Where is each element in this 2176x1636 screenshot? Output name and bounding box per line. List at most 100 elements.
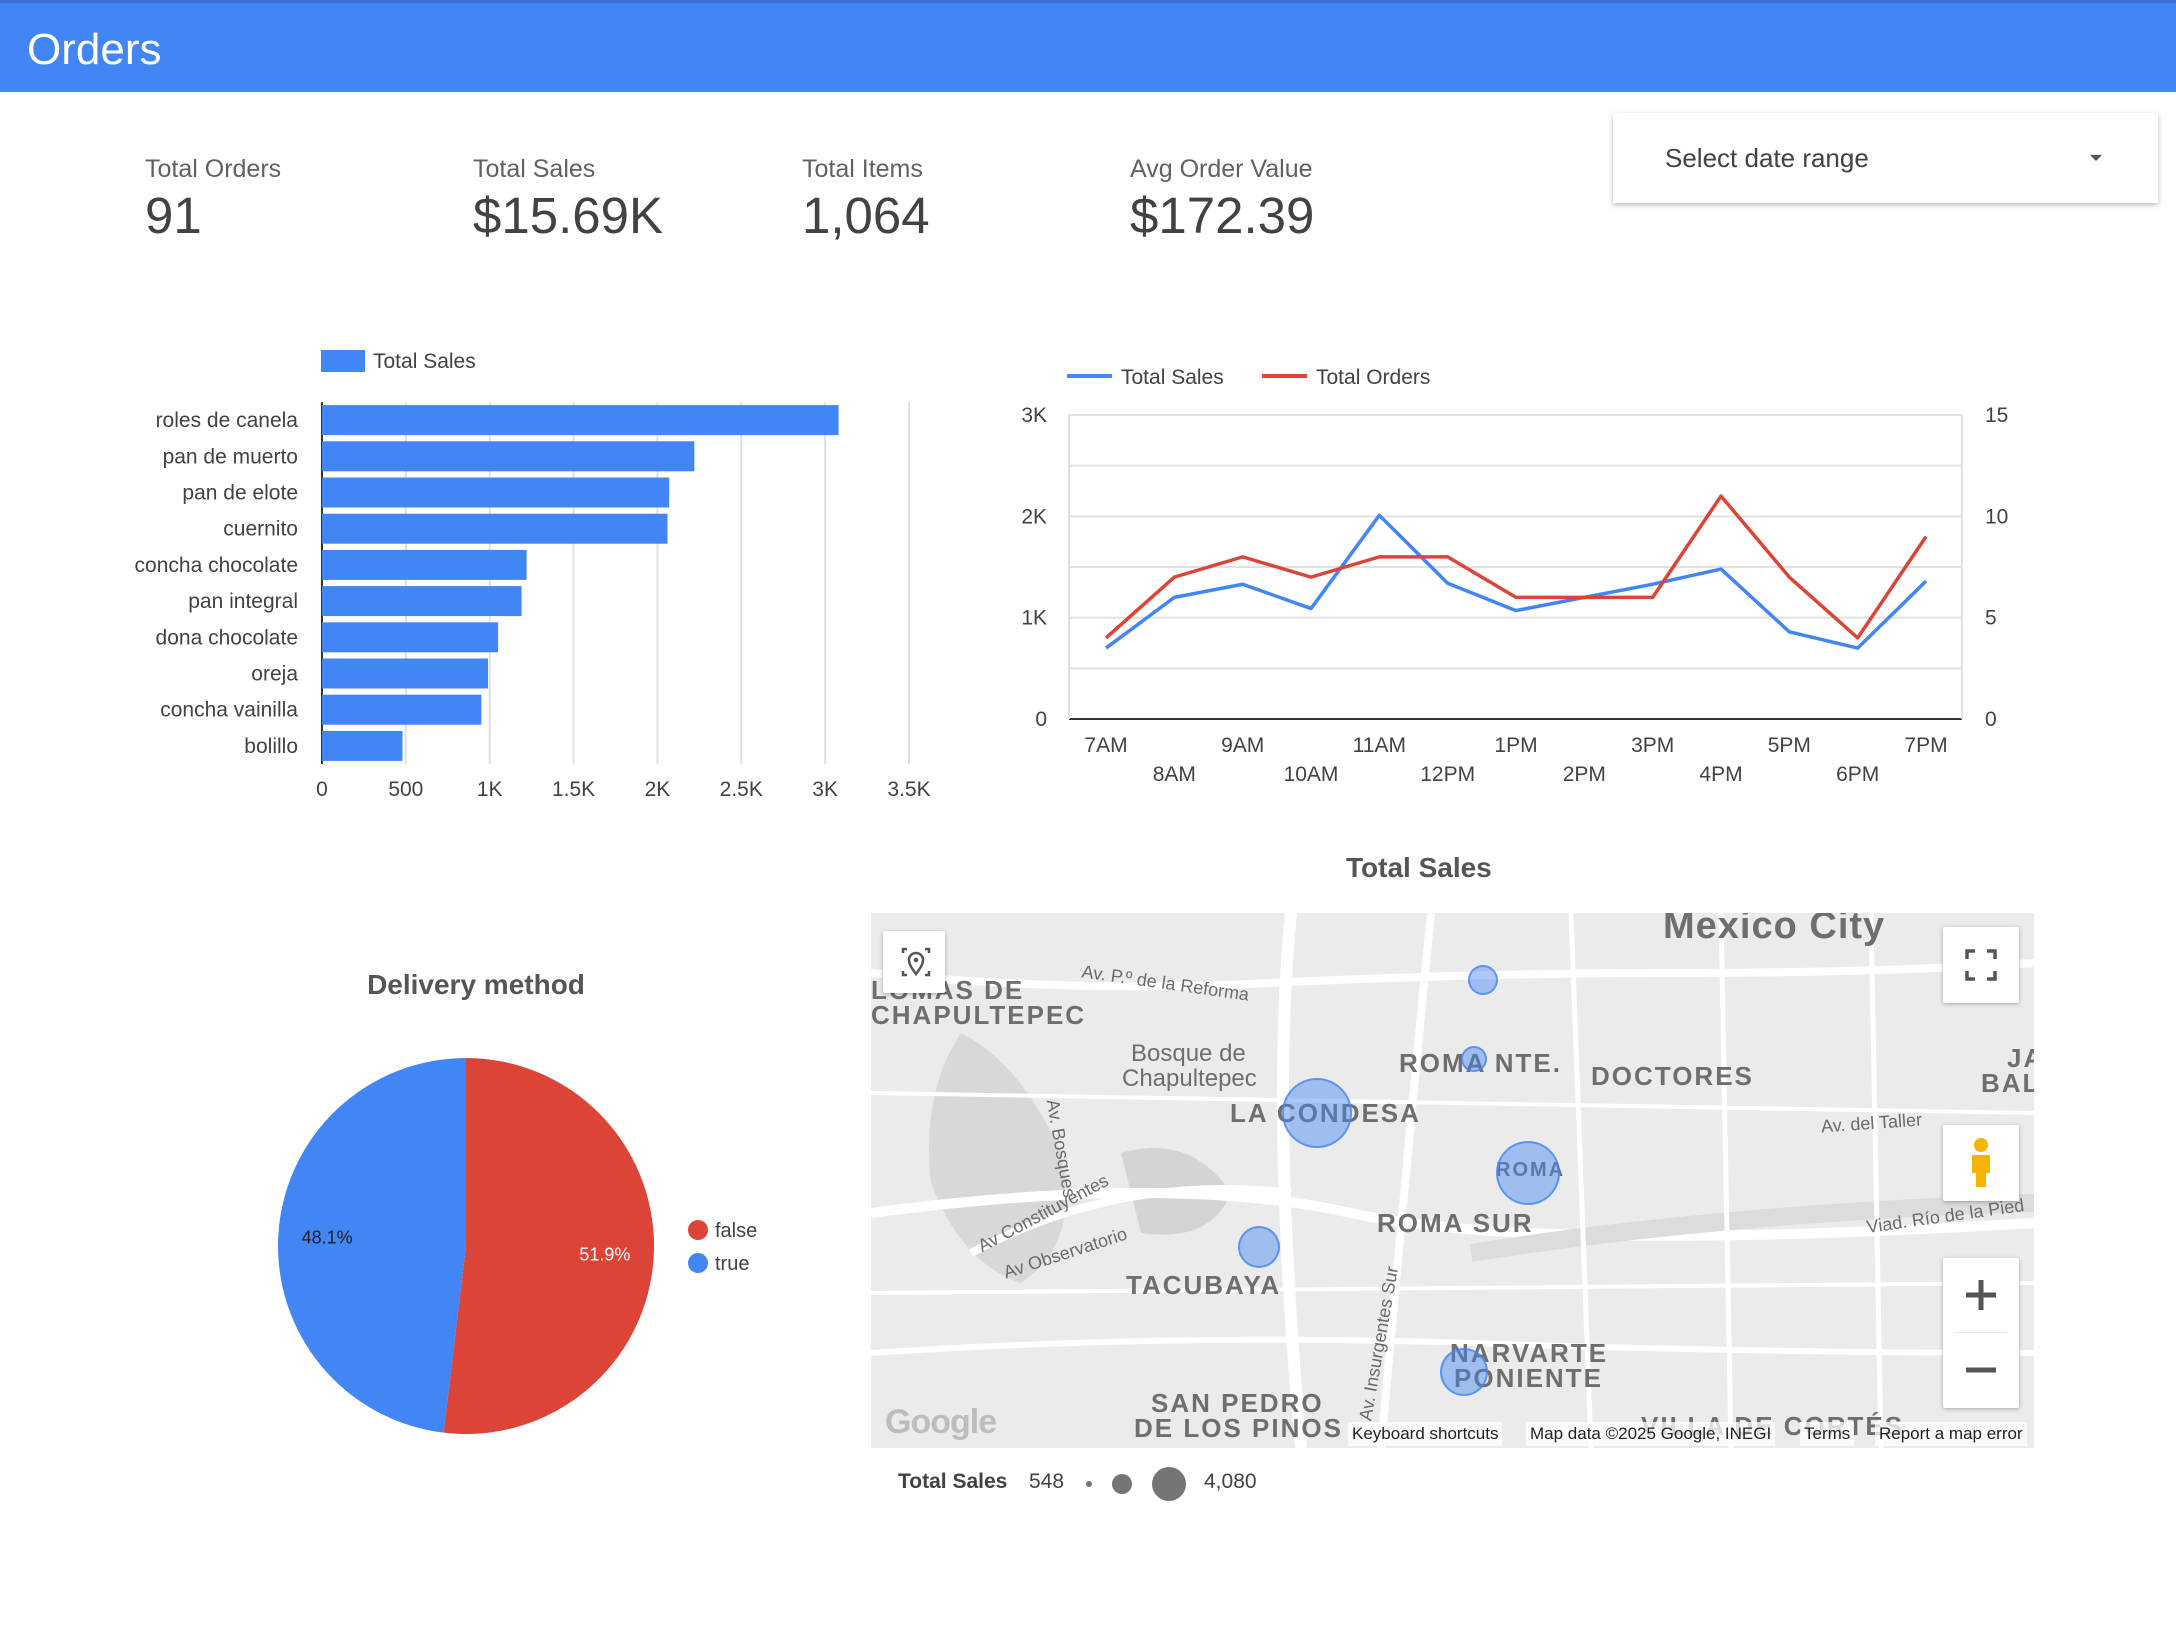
x-tick-label: 4PM xyxy=(1699,763,1742,786)
x-tick-label: 7PM xyxy=(1904,734,1947,757)
pie-data-label: 48.1% xyxy=(302,1228,353,1248)
fullscreen-button[interactable] xyxy=(1943,927,2019,1003)
minus-icon xyxy=(1966,1367,1996,1373)
google-logo: Google xyxy=(885,1403,997,1441)
pie-data-label: 51.9% xyxy=(579,1244,630,1264)
x-tick-label: 1PM xyxy=(1494,734,1537,757)
legend-label: Total Sales xyxy=(373,350,476,373)
bar xyxy=(322,586,522,617)
map-bubble[interactable] xyxy=(1440,1348,1488,1396)
legend-swatch xyxy=(321,350,365,372)
bar-tick-label: 3.5K xyxy=(887,778,930,801)
bar xyxy=(322,513,668,544)
map-label: DOCTORES xyxy=(1591,1061,1754,1091)
keyboard-shortcuts-link[interactable]: Keyboard shortcuts xyxy=(1348,1422,1503,1446)
bar-category-label: pan de elote xyxy=(182,482,298,505)
bar-category-label: pan de muerto xyxy=(163,445,298,468)
size-legend-max: 4,080 xyxy=(1204,1470,1257,1493)
map-label: Chapultepec xyxy=(1122,1065,1257,1092)
map-bubble[interactable] xyxy=(1461,1046,1487,1072)
y-right-tick-label: 5 xyxy=(1985,607,1997,630)
terms-link[interactable]: Terms xyxy=(1800,1422,1855,1446)
y-left-tick-label: 1K xyxy=(1021,607,1047,630)
x-tick-label: 11AM xyxy=(1353,734,1406,757)
bar-category-label: concha vainilla xyxy=(160,699,298,722)
bar-tick-label: 1.5K xyxy=(552,778,595,801)
x-tick-label: 10AM xyxy=(1284,763,1339,786)
map-label: Bosque de xyxy=(1131,1040,1246,1067)
legend-swatch xyxy=(688,1253,708,1273)
pegman-icon xyxy=(1972,1138,1990,1187)
map-bubble[interactable] xyxy=(1496,1141,1560,1205)
map-label: CHAPULTEPEC xyxy=(871,1000,1087,1030)
bar xyxy=(322,658,489,689)
legend-label: true xyxy=(715,1253,749,1275)
bar xyxy=(322,622,499,653)
size-legend-min: 548 xyxy=(1029,1470,1065,1493)
bar-category-label: roles de canela xyxy=(156,409,299,432)
bar xyxy=(322,441,695,472)
legend-label: Total Orders xyxy=(1316,366,1430,389)
bar-category-label: dona chocolate xyxy=(156,626,298,649)
map-data-attribution: Map data ©2025 Google, INEGI xyxy=(1526,1422,1776,1446)
x-tick-label: 3PM xyxy=(1631,734,1674,757)
bar-category-label: bolillo xyxy=(244,735,298,758)
recenter-button[interactable] xyxy=(883,931,945,993)
size-legend-title: Total Sales xyxy=(898,1470,1008,1493)
report-map-error-link[interactable]: Report a map error xyxy=(1875,1422,2027,1446)
legend-swatch xyxy=(688,1220,708,1240)
x-tick-label: 6PM xyxy=(1836,763,1879,786)
map-bubble[interactable] xyxy=(1238,1226,1280,1268)
bar-category-label: pan integral xyxy=(188,590,298,613)
map-bubble[interactable] xyxy=(1282,1078,1352,1148)
fullscreen-icon xyxy=(1965,949,1997,981)
bar-category-label: concha chocolate xyxy=(135,554,298,577)
x-tick-label: 7AM xyxy=(1084,734,1127,757)
zoom-controls xyxy=(1943,1258,2019,1408)
pie-title: Delivery method xyxy=(367,969,585,1000)
street-view-pegman-button[interactable] xyxy=(1943,1125,2019,1201)
bar-tick-label: 3K xyxy=(812,778,838,801)
map-label: ROMA SUR xyxy=(1377,1208,1534,1238)
bar xyxy=(322,694,482,725)
y-left-tick-label: 2K xyxy=(1021,505,1047,528)
bar-category-label: cuernito xyxy=(223,518,298,541)
map-label: DE LOS PINOS xyxy=(1134,1413,1343,1443)
bar xyxy=(322,405,839,436)
plus-icon xyxy=(1966,1280,1996,1310)
line-chart: 0 1K 2K 3K 0 5 10 15 7AM 8AM 9AM 10AM 11AM 12PM 1PM 2PM… xyxy=(1021,366,2008,786)
x-tick-label: 2PM xyxy=(1563,763,1606,786)
bar-tick-label: 2K xyxy=(645,778,671,801)
map-title: Total Sales xyxy=(1346,852,1492,883)
x-tick-label: 5PM xyxy=(1768,734,1811,757)
y-left-tick-label: 0 xyxy=(1035,708,1047,731)
size-legend-circles xyxy=(1086,1467,1186,1501)
bar-tick-label: 1K xyxy=(477,778,503,801)
line-series xyxy=(1104,513,1928,650)
location-pin-icon xyxy=(901,947,931,977)
y-right-tick-label: 10 xyxy=(1985,505,2008,528)
bar xyxy=(322,477,670,508)
legend-label: Total Sales xyxy=(1121,366,1224,389)
bar-category-label: oreja xyxy=(251,663,298,686)
bar-tick-label: 2.5K xyxy=(720,778,763,801)
x-tick-label: 8AM xyxy=(1153,763,1196,786)
map-bubble[interactable] xyxy=(1468,965,1498,995)
x-tick-label: 9AM xyxy=(1221,734,1264,757)
bar xyxy=(322,549,527,580)
y-right-tick-label: 15 xyxy=(1985,404,2008,427)
y-right-tick-label: 0 xyxy=(1985,708,1997,731)
map-label-city: Mexico City xyxy=(1663,913,1886,947)
zoom-in-button[interactable] xyxy=(1943,1258,2019,1332)
x-tick-label: 12PM xyxy=(1420,763,1475,786)
bar-chart: 0 500 1K 1.5K 2K 2.5K 3K 3.5K roles de canela pan… xyxy=(135,350,931,801)
pie-chart: Delivery method 51.9% 48.1% false true xyxy=(277,969,757,1434)
map-label: BAL xyxy=(1981,1068,2034,1098)
bar-tick-label: 500 xyxy=(388,778,423,801)
map-panel[interactable]: Mexico City LOMAS DE CHAPULTEPEC Bosque … xyxy=(871,913,2034,1448)
y-left-tick-label: 3K xyxy=(1021,404,1047,427)
legend-label: false xyxy=(715,1220,757,1242)
bar-tick-label: 0 xyxy=(316,778,328,801)
zoom-out-button[interactable] xyxy=(1943,1333,2019,1407)
bar xyxy=(322,730,403,761)
